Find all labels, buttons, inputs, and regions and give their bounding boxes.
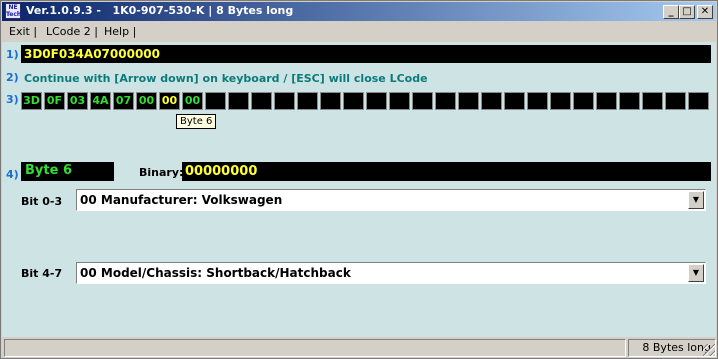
minimize-button[interactable]: _ bbox=[663, 5, 679, 19]
byte-cell[interactable] bbox=[435, 92, 456, 110]
binary-label: Binary: bbox=[139, 166, 184, 179]
byte-cell[interactable] bbox=[320, 92, 341, 110]
byte-cell[interactable]: 3D bbox=[21, 92, 42, 110]
byte-cell[interactable] bbox=[642, 92, 663, 110]
byte-cell[interactable]: 0F bbox=[44, 92, 65, 110]
byte-cell[interactable]: 00 bbox=[159, 92, 180, 110]
byte-cell[interactable]: 4A bbox=[90, 92, 111, 110]
byte-indicator-label: Byte 6 bbox=[25, 163, 72, 178]
binary-field[interactable]: 00000000 bbox=[182, 162, 711, 181]
bit03-value: 00 Manufacturer: Volkswagen bbox=[80, 193, 283, 207]
byte-cell[interactable]: 00 bbox=[136, 92, 157, 110]
byte-cell[interactable] bbox=[366, 92, 387, 110]
code-value: 3D0F034A07000000 bbox=[24, 47, 160, 61]
bit47-value: 00 Model/Chassis: Shortback/Hatchback bbox=[80, 266, 351, 280]
status-bar: 8 Bytes long bbox=[2, 338, 716, 357]
menu-exit[interactable]: Exit | bbox=[9, 25, 37, 38]
byte-cell[interactable] bbox=[619, 92, 640, 110]
dropdown-arrow-icon[interactable]: ▼ bbox=[688, 264, 704, 282]
row-number-1: 1) bbox=[6, 48, 19, 61]
byte-cell[interactable] bbox=[412, 92, 433, 110]
bit03-select[interactable]: 00 Manufacturer: Volkswagen ▼ bbox=[76, 189, 706, 211]
byte-cell[interactable] bbox=[527, 92, 548, 110]
maximize-button[interactable]: □ bbox=[679, 5, 695, 19]
status-right-text: 8 Bytes long bbox=[642, 341, 711, 354]
app-icon: NE Tech bbox=[5, 3, 22, 19]
byte-cell[interactable] bbox=[205, 92, 226, 110]
title-bar[interactable]: NE Tech Ver.1.0.9.3 - 1K0-907-530-K | 8 … bbox=[2, 2, 716, 21]
byte-indicator: Byte 6 bbox=[21, 162, 114, 181]
byte-cell[interactable] bbox=[274, 92, 295, 110]
byte-cell[interactable] bbox=[251, 92, 272, 110]
row-number-3: 3) bbox=[6, 93, 19, 106]
byte-cell[interactable] bbox=[596, 92, 617, 110]
byte-cell[interactable] bbox=[343, 92, 364, 110]
byte-cell[interactable]: 07 bbox=[113, 92, 134, 110]
byte-cell[interactable] bbox=[297, 92, 318, 110]
bit47-select[interactable]: 00 Model/Chassis: Shortback/Hatchback ▼ bbox=[76, 262, 706, 284]
byte-cell[interactable] bbox=[458, 92, 479, 110]
byte-cell[interactable] bbox=[504, 92, 525, 110]
row-number-2: 2) bbox=[6, 71, 19, 84]
close-button[interactable]: ✕ bbox=[697, 5, 713, 19]
window-title: Ver.1.0.9.3 - 1K0-907-530-K | 8 Bytes lo… bbox=[26, 4, 294, 17]
bit47-label: Bit 4-7 bbox=[21, 267, 63, 280]
byte-cell[interactable]: 00 bbox=[182, 92, 203, 110]
byte-grid: 3D 0F 03 4A 07 00 00 00 bbox=[21, 92, 711, 110]
byte-cell[interactable] bbox=[228, 92, 249, 110]
instruction-text: Continue with [Arrow down] on keyboard /… bbox=[24, 72, 428, 85]
byte-cell[interactable] bbox=[665, 92, 686, 110]
main-panel: 1) 3D0F034A07000000 2) Continue with [Ar… bbox=[2, 42, 716, 337]
byte-cell[interactable] bbox=[550, 92, 571, 110]
dropdown-arrow-icon[interactable]: ▼ bbox=[688, 191, 704, 209]
byte-cell[interactable] bbox=[688, 92, 709, 110]
byte-cell[interactable]: 03 bbox=[67, 92, 88, 110]
resize-grip-icon[interactable] bbox=[703, 344, 715, 356]
menu-help[interactable]: Help | bbox=[104, 25, 136, 38]
application-window: NE Tech Ver.1.0.9.3 - 1K0-907-530-K | 8 … bbox=[0, 0, 718, 359]
binary-value: 00000000 bbox=[185, 164, 258, 179]
menu-lcode2[interactable]: LCode 2 | bbox=[46, 25, 98, 38]
row-number-4: 4) bbox=[6, 168, 19, 181]
bit03-label: Bit 0-3 bbox=[21, 195, 63, 208]
byte-cell[interactable] bbox=[481, 92, 502, 110]
status-panel-left bbox=[4, 339, 626, 357]
byte-tooltip: Byte 6 bbox=[176, 114, 217, 129]
code-field[interactable]: 3D0F034A07000000 bbox=[21, 45, 711, 63]
byte-cell[interactable] bbox=[389, 92, 410, 110]
menu-bar: Exit | LCode 2 | Help | bbox=[2, 22, 716, 42]
byte-cell[interactable] bbox=[573, 92, 594, 110]
